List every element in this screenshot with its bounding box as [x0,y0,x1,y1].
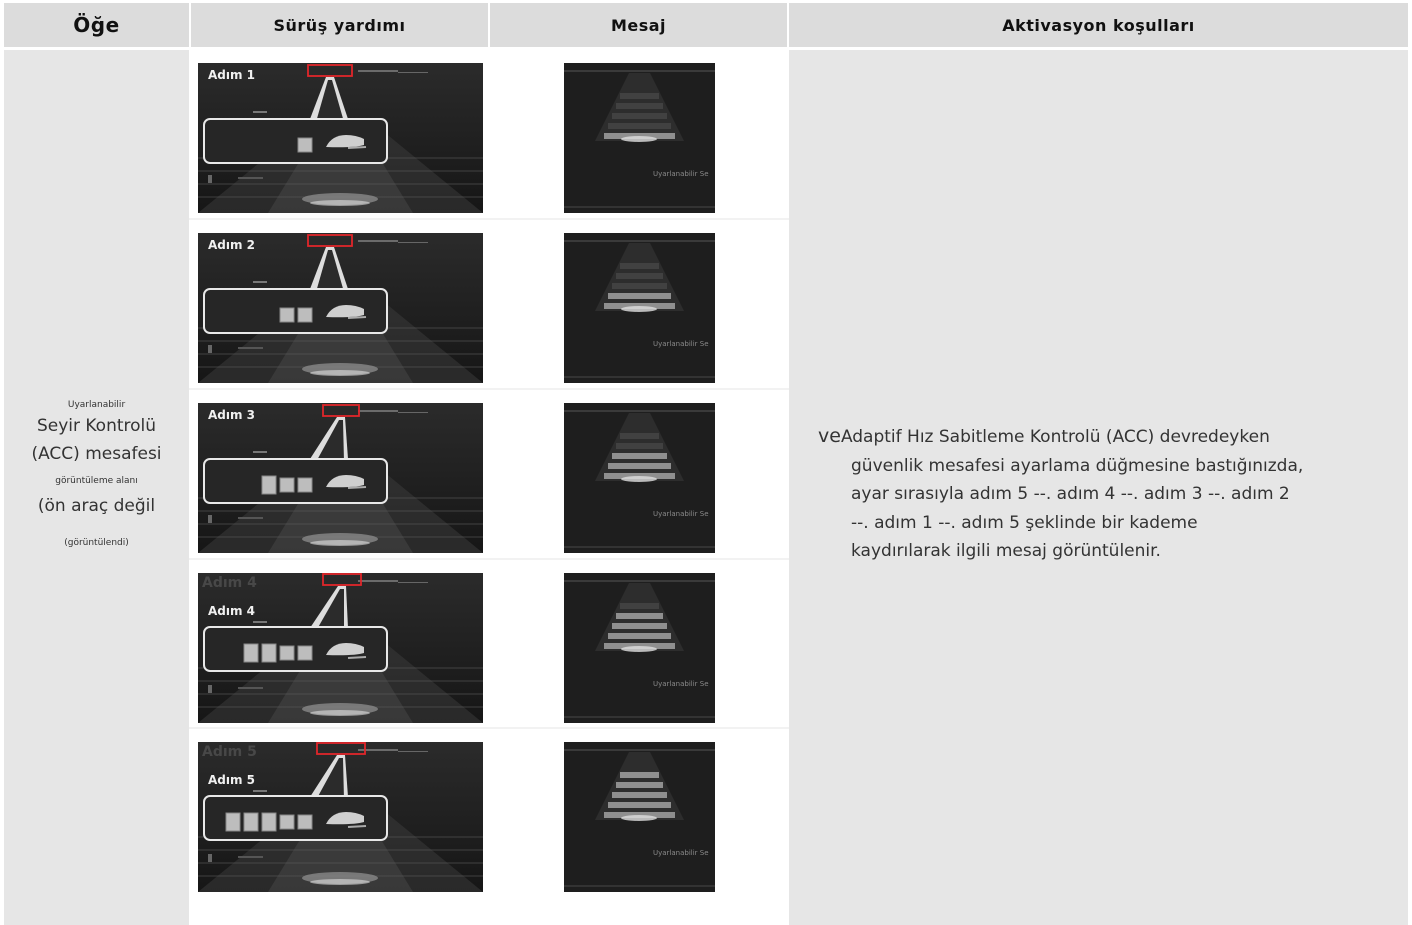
header-message: Mesaj [490,3,787,47]
condition-line: veAdaptif Hız Sabitleme Kontrolü (ACC) d… [818,422,1338,452]
step-label: Adım 4 [208,604,256,618]
cluster-display-graphic [198,573,483,723]
distance-bars-graphic [595,413,684,482]
step-label: Adım 1 [208,68,256,82]
item-line: Uyarlanabilir [67,400,126,410]
driving-assist-screenshot: Adım 3 [198,403,483,553]
message-caption: Uyarlanabilir Se [653,170,709,178]
driving-assist-screenshot: Adım 1 [198,63,483,213]
header-driving-assist: Sürüş yardımı [191,3,488,47]
distance-bars-graphic [595,752,684,821]
condition-line: ayar sırasıyla adım 5 --. adım 4 --. adı… [851,484,1290,504]
message-screenshot: Uyarlanabilir Se [564,573,715,723]
cluster-display-graphic [198,403,483,553]
distance-bars-graphic [595,583,684,652]
message-caption: Uyarlanabilir Se [653,680,709,688]
divider-line [564,749,715,751]
cluster-display-graphic [198,742,483,892]
divider-line [564,376,715,378]
divider-line [564,240,715,242]
driving-assist-screenshot: Adım 2 [198,233,483,383]
header-activation-conditions: Aktivasyon koşulları [789,3,1408,47]
row-separator [189,558,789,560]
message-caption: Uyarlanabilir Se [653,340,709,348]
message-screenshot: Uyarlanabilir Se [564,233,715,383]
item-line: Seyir Kontrolü [36,416,157,436]
item-line: (görüntülendi) [64,538,129,548]
condition-bullet: ve [818,425,841,447]
driving-assist-screenshot: Adım 5 Adım 5 [198,742,483,892]
item-line: (ACC) mesafesi [31,444,162,464]
condition-text: Adaptif Hız Sabitleme Kontrolü (ACC) dev… [840,427,1270,447]
divider-line [564,716,715,718]
distance-bars-graphic [595,243,684,312]
faded-step-watermark: Adım 5 [202,744,257,760]
step-label: Adım 2 [208,238,256,252]
row-separator [189,727,789,729]
header-item: Öğe [4,3,189,47]
message-caption: Uyarlanabilir Se [653,510,709,518]
cluster-display-graphic [198,233,483,383]
condition-line: --. adım 1 --. adım 5 şeklinde bir kadem… [851,512,1198,533]
step-label: Adım 3 [208,408,256,422]
message-caption: Uyarlanabilir Se [653,849,709,857]
divider-line [564,410,715,412]
divider-line [564,70,715,72]
condition-line: kaydırılarak ilgili mesaj görüntülenir. [851,541,1161,561]
item-line: görüntüleme alanı [55,476,138,486]
message-screenshot: Uyarlanabilir Se [564,63,715,213]
item-description: Uyarlanabilir Seyir Kontrolü (ACC) mesaf… [4,398,189,550]
message-screenshot: Uyarlanabilir Se [564,742,715,892]
condition-line: güvenlik mesafesi ayarlama düğmesine bas… [851,455,1304,476]
cluster-display-graphic [198,63,483,213]
message-screenshot: Uyarlanabilir Se [564,403,715,553]
divider-line [564,546,715,548]
step-label: Adım 5 [208,773,256,787]
row-separator [189,218,789,220]
divider-line [564,885,715,887]
divider-line [564,206,715,208]
activation-conditions-text: veAdaptif Hız Sabitleme Kontrolü (ACC) d… [818,422,1338,566]
divider-line [564,580,715,582]
row-separator [189,388,789,390]
driving-assist-screenshot: Adım 4 Adım 4 [198,573,483,723]
item-line: (ön araç değil [37,496,156,516]
faded-step-watermark: Adım 4 [202,575,257,591]
distance-bars-graphic [595,73,684,142]
